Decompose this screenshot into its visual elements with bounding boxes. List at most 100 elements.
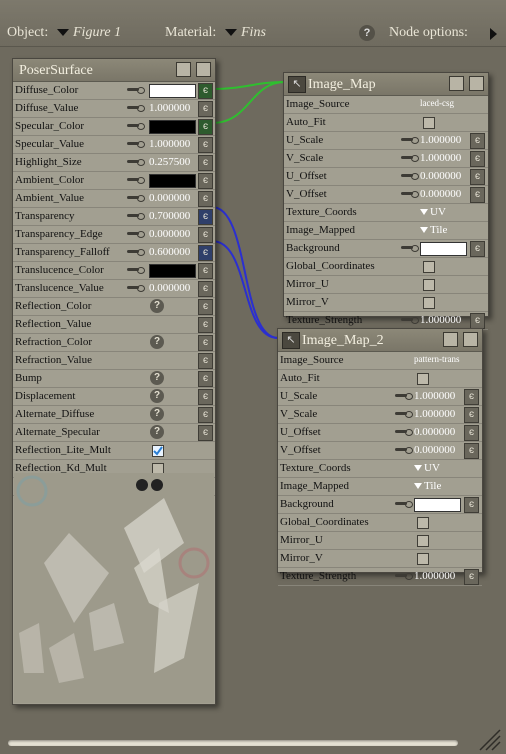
value-dial-icon[interactable] [127,87,145,94]
input-socket-icon[interactable]: є [464,443,479,459]
input-socket-icon[interactable]: є [470,241,485,257]
dropdown-select[interactable]: Tile [420,224,447,236]
input-socket-icon[interactable]: є [464,425,479,441]
param-value-field[interactable]: 0.700000 [149,210,190,222]
value-dial-icon[interactable] [127,267,145,274]
node-list-icon[interactable] [449,76,464,91]
input-socket-icon[interactable]: є [198,371,213,387]
input-socket-icon[interactable]: є [198,227,213,243]
value-dial-icon[interactable] [395,501,413,508]
param-value-field[interactable]: 1.000000 [414,390,455,402]
question-icon[interactable]: ? [150,371,164,385]
input-socket-icon[interactable]: є [198,245,213,261]
value-dial-icon[interactable] [127,195,145,202]
checkbox[interactable] [423,261,435,273]
input-socket-icon[interactable]: є [198,425,213,441]
question-icon[interactable]: ? [150,299,164,313]
checkbox[interactable] [423,297,435,309]
input-socket-icon[interactable]: є [198,335,213,351]
value-dial-icon[interactable] [401,317,419,324]
value-dial-icon[interactable] [127,177,145,184]
resize-grip-icon[interactable] [474,724,502,752]
param-value-field[interactable]: 1.000000 [420,134,461,146]
input-socket-icon[interactable]: є [198,173,213,189]
value-dial-icon[interactable] [395,573,413,580]
checkbox[interactable] [417,553,429,565]
input-socket-icon[interactable]: є [198,119,213,135]
color-swatch[interactable] [149,174,196,188]
param-value-field[interactable]: 0.257500 [149,156,190,168]
param-value-field[interactable]: 1.000000 [149,102,190,114]
input-socket-icon[interactable]: є [464,569,479,585]
value-dial-icon[interactable] [127,159,145,166]
dropdown-select[interactable]: UV [414,462,440,474]
checkbox[interactable] [417,373,429,385]
checkbox[interactable] [417,535,429,547]
value-dial-icon[interactable] [395,411,413,418]
value-dial-icon[interactable] [127,231,145,238]
checkbox[interactable] [152,445,164,457]
checkbox[interactable] [423,117,435,129]
input-socket-icon[interactable]: є [198,353,213,369]
value-dial-icon[interactable] [127,249,145,256]
value-dial-icon[interactable] [401,173,419,180]
param-value-field[interactable]: 0.000000 [420,188,461,200]
input-socket-icon[interactable]: є [198,389,213,405]
node-collapse-icon[interactable] [463,332,478,347]
node-collapse-icon[interactable] [196,62,211,77]
poser-surface-title-bar[interactable]: PoserSurface [13,59,215,82]
value-dial-icon[interactable] [401,191,419,198]
input-socket-icon[interactable]: є [198,155,213,171]
value-dial-icon[interactable] [395,447,413,454]
color-swatch[interactable] [149,264,196,278]
value-dial-icon[interactable] [401,155,419,162]
param-value-field[interactable]: 0.000000 [149,192,190,204]
color-swatch[interactable] [414,498,461,512]
image-source-field[interactable]: laced-csg [420,98,454,108]
param-value-field[interactable]: 1.000000 [149,138,190,150]
poser-surface-node[interactable]: PoserSurface Diffuse_Color є Diffuse_Value… [12,58,216,705]
value-dial-icon[interactable] [127,285,145,292]
question-icon[interactable]: ? [150,389,164,403]
param-value-field[interactable]: 0.000000 [149,228,190,240]
input-socket-icon[interactable]: є [198,209,213,225]
node-list-icon[interactable] [176,62,191,77]
checkbox[interactable] [423,279,435,291]
question-icon[interactable]: ? [150,407,164,421]
value-dial-icon[interactable] [127,213,145,220]
color-swatch[interactable] [420,242,467,256]
param-value-field[interactable]: 1.000000 [420,152,461,164]
image-map-2-node[interactable]: ↖ Image_Map_2 Image_Source pattern-trans A… [277,328,483,586]
node-list-icon[interactable] [443,332,458,347]
value-dial-icon[interactable] [127,141,145,148]
value-dial-icon[interactable] [401,137,419,144]
input-socket-icon[interactable]: є [470,151,485,167]
input-socket-icon[interactable]: є [470,187,485,203]
input-socket-icon[interactable]: є [470,169,485,185]
checkbox[interactable] [417,517,429,529]
node-collapse-icon[interactable] [469,76,484,91]
input-socket-icon[interactable]: є [464,389,479,405]
question-icon[interactable]: ? [150,425,164,439]
image-map-2-title-bar[interactable]: ↖ Image_Map_2 [278,329,482,352]
input-socket-icon[interactable]: є [464,407,479,423]
value-dial-icon[interactable] [401,245,419,252]
dropdown-select[interactable]: UV [420,206,446,218]
image-map-node[interactable]: ↖ Image_Map Image_Source laced-csg Auto_Fi… [283,72,489,330]
dropdown-select[interactable]: Tile [414,480,441,492]
input-socket-icon[interactable]: є [198,101,213,117]
input-socket-icon[interactable]: є [198,317,213,333]
color-swatch[interactable] [149,120,196,134]
param-value-field[interactable]: 0.000000 [414,426,455,438]
color-swatch[interactable] [149,84,196,98]
input-socket-icon[interactable]: є [198,281,213,297]
input-socket-icon[interactable]: є [198,191,213,207]
param-value-field[interactable]: 1.000000 [414,408,455,420]
value-dial-icon[interactable] [127,123,145,130]
input-socket-icon[interactable]: є [470,313,485,329]
image-map-title-bar[interactable]: ↖ Image_Map [284,73,488,96]
input-socket-icon[interactable]: є [470,133,485,149]
param-value-field[interactable]: 1.000000 [420,314,461,326]
param-value-field[interactable]: 0.000000 [420,170,461,182]
value-dial-icon[interactable] [395,429,413,436]
